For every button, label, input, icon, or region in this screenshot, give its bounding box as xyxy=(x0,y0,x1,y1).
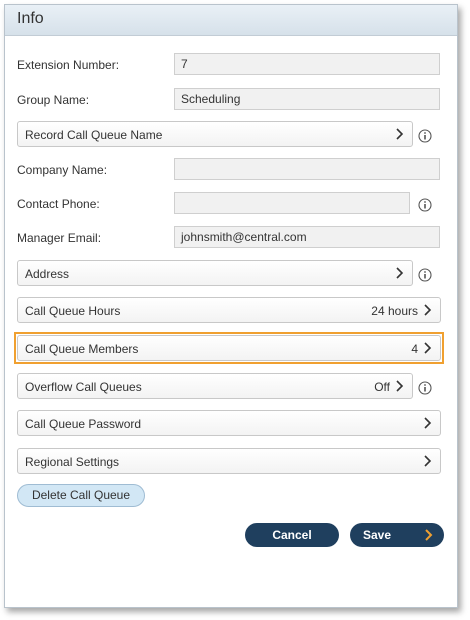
call-queue-members-count: 4 xyxy=(411,342,418,356)
contact-phone-field[interactable] xyxy=(174,192,410,214)
info-icon[interactable] xyxy=(418,129,432,143)
group-name-field[interactable]: Scheduling xyxy=(174,88,440,110)
manager-email-field[interactable]: johnsmith@central.com xyxy=(174,226,440,248)
record-call-queue-name-label: Record Call Queue Name xyxy=(25,128,163,142)
panel-title: Info xyxy=(17,10,44,27)
address-button[interactable]: Address xyxy=(17,260,413,286)
delete-call-queue-button[interactable]: Delete Call Queue xyxy=(17,484,145,507)
company-name-label: Company Name: xyxy=(17,163,108,177)
record-call-queue-name-button[interactable]: Record Call Queue Name xyxy=(17,121,413,147)
call-queue-hours-value: 24 hours xyxy=(371,304,418,318)
call-queue-members-label: Call Queue Members xyxy=(25,342,139,356)
extension-number-field[interactable]: 7 xyxy=(174,53,440,75)
info-icon[interactable] xyxy=(418,198,432,212)
chevron-right-icon xyxy=(424,455,432,467)
panel-header: Info xyxy=(5,5,457,36)
chevron-right-icon xyxy=(424,304,432,316)
info-icon[interactable] xyxy=(418,268,432,282)
regional-settings-label: Regional Settings xyxy=(25,455,120,469)
chevron-right-icon xyxy=(424,342,432,354)
regional-settings-button[interactable]: Regional Settings xyxy=(17,448,441,474)
overflow-call-queues-button[interactable]: Overflow Call Queues Off xyxy=(17,373,413,399)
overflow-call-queues-label: Overflow Call Queues xyxy=(25,380,142,394)
call-queue-info-panel: Info Extension Number: 7 Group Name: Sch… xyxy=(4,4,458,608)
company-name-field[interactable] xyxy=(174,158,440,180)
call-queue-password-label: Call Queue Password xyxy=(25,417,142,431)
chevron-right-icon xyxy=(396,380,404,392)
call-queue-hours-button[interactable]: Call Queue Hours 24 hours xyxy=(17,297,441,323)
group-name-label: Group Name: xyxy=(17,93,90,107)
contact-phone-label: Contact Phone: xyxy=(17,197,100,211)
call-queue-password-button[interactable]: Call Queue Password xyxy=(17,410,441,436)
chevron-right-icon xyxy=(396,267,404,279)
overflow-call-queues-value: Off xyxy=(374,380,390,394)
extension-number-label: Extension Number: xyxy=(17,58,120,72)
chevron-right-icon xyxy=(396,128,404,140)
chevron-right-icon xyxy=(424,417,432,429)
address-label: Address xyxy=(25,267,70,281)
save-button-label: Save xyxy=(363,528,392,542)
cancel-button[interactable]: Cancel xyxy=(245,523,339,547)
call-queue-hours-label: Call Queue Hours xyxy=(25,304,121,318)
manager-email-label: Manager Email: xyxy=(17,231,102,245)
chevron-right-icon xyxy=(425,529,433,541)
info-icon[interactable] xyxy=(418,381,432,395)
save-button[interactable]: Save xyxy=(350,523,444,547)
call-queue-members-button[interactable]: Call Queue Members 4 xyxy=(17,335,441,361)
